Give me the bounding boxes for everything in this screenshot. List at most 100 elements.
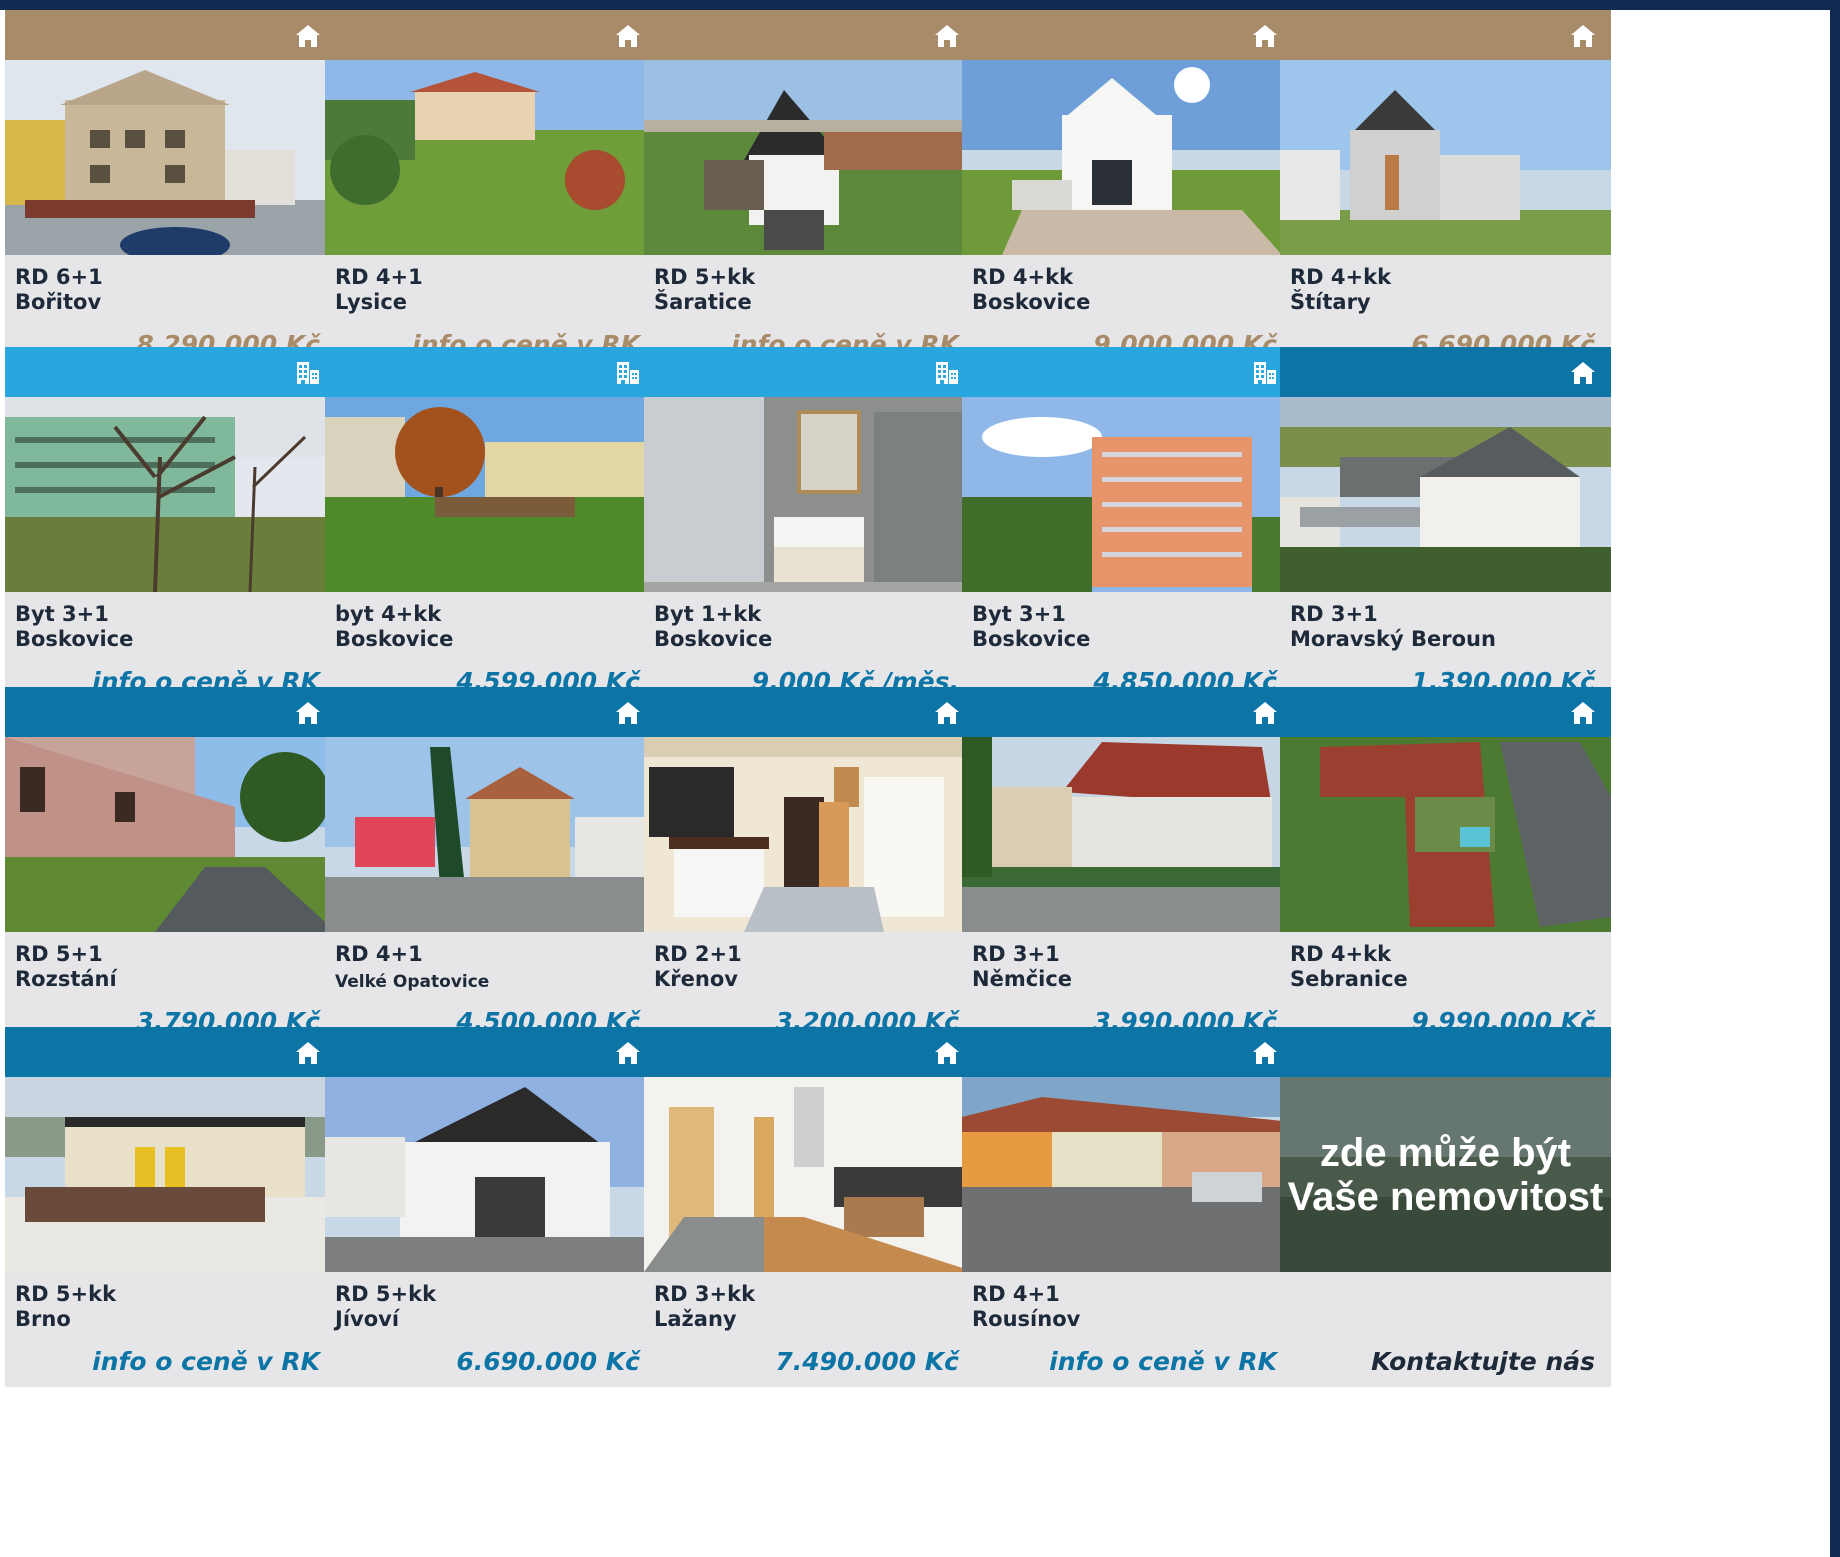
property-photo[interactable] xyxy=(5,60,336,255)
property-photo[interactable] xyxy=(325,1077,656,1272)
property-type: RD 4+kk xyxy=(1290,942,1392,966)
property-photo[interactable] xyxy=(325,397,656,592)
card-header xyxy=(5,347,336,397)
property-photo[interactable] xyxy=(962,397,1293,592)
property-location: Štítary xyxy=(1290,290,1371,314)
building-icon xyxy=(294,359,322,387)
card-header xyxy=(644,1027,975,1077)
house-icon xyxy=(933,699,961,727)
property-card[interactable]: RD 2+1 Křenov 3.200.000 Kč xyxy=(644,687,975,1047)
card-header xyxy=(644,347,975,397)
house-icon xyxy=(933,22,961,50)
property-card[interactable]: RD 6+1 Bořitov 8.290.000 Kč xyxy=(5,10,336,370)
building-icon xyxy=(933,359,961,387)
property-type: RD 4+kk xyxy=(972,265,1074,289)
property-type: RD 3+kk xyxy=(654,1282,756,1306)
property-photo[interactable] xyxy=(644,1077,975,1272)
house-icon xyxy=(294,699,322,727)
property-card[interactable]: Byt 3+1 Boskovice info o ceně v RK xyxy=(5,347,336,707)
building-icon xyxy=(1251,359,1279,387)
property-location: Bořitov xyxy=(15,290,102,314)
card-header xyxy=(644,687,975,737)
property-card[interactable]: RD 4+1 Rousínov info o ceně v RK xyxy=(962,1027,1293,1387)
property-photo[interactable] xyxy=(644,60,975,255)
card-header xyxy=(325,687,656,737)
right-border xyxy=(1830,0,1840,1557)
property-photo[interactable] xyxy=(962,60,1293,255)
card-header xyxy=(325,1027,656,1077)
house-icon xyxy=(1251,699,1279,727)
house-icon xyxy=(1251,1039,1279,1067)
property-card[interactable]: RD 4+kk Boskovice 9.000.000 Kč xyxy=(962,10,1293,370)
property-location: Brno xyxy=(15,1307,71,1331)
property-type: RD 4+1 xyxy=(335,942,423,966)
property-card[interactable]: Byt 1+kk Boskovice 9.000 Kč /měs. xyxy=(644,347,975,707)
property-type: RD 5+kk xyxy=(335,1282,437,1306)
contact-link[interactable]: Kontaktujte nás xyxy=(1371,1347,1595,1376)
property-card[interactable]: RD 4+kk Štítary 6.690.000 Kč xyxy=(1280,10,1611,370)
card-header xyxy=(1280,687,1611,737)
property-type: RD 2+1 xyxy=(654,942,742,966)
top-border xyxy=(0,0,1840,10)
property-type: RD 5+kk xyxy=(15,1282,117,1306)
property-location: Lažany xyxy=(654,1307,737,1331)
property-card[interactable]: RD 3+1 Moravský Beroun 1.390.000 Kč xyxy=(1280,347,1611,707)
property-photo[interactable] xyxy=(1280,397,1611,592)
card-header xyxy=(5,1027,336,1077)
property-photo[interactable] xyxy=(5,737,336,932)
property-photo[interactable] xyxy=(325,737,656,932)
property-price: info o ceně v RK xyxy=(92,1347,320,1376)
promo-text: zde může být Vaše nemovitost xyxy=(1287,1130,1604,1219)
card-header xyxy=(962,10,1293,60)
property-card[interactable]: RD 5+1 Rozstání 3.790.000 Kč xyxy=(5,687,336,1047)
property-photo[interactable] xyxy=(1280,737,1611,932)
card-header xyxy=(962,687,1293,737)
property-location: Jívoví xyxy=(335,1307,400,1331)
card-header xyxy=(325,347,656,397)
house-icon xyxy=(1569,22,1597,50)
property-location: Velké Opatovice xyxy=(335,972,490,992)
property-card[interactable]: RD 3+1 Němčice 3.990.000 Kč xyxy=(962,687,1293,1047)
card-header xyxy=(962,1027,1293,1077)
property-location: Boskovice xyxy=(654,627,773,651)
house-icon xyxy=(614,699,642,727)
property-photo[interactable] xyxy=(644,397,975,592)
house-icon xyxy=(1251,22,1279,50)
house-icon xyxy=(1569,359,1597,387)
property-card[interactable]: Byt 3+1 Boskovice 4.850.000 Kč xyxy=(962,347,1293,707)
property-card[interactable]: RD 5+kk Šaratice info o ceně v RK xyxy=(644,10,975,370)
property-type: Byt 3+1 xyxy=(972,602,1066,626)
property-photo[interactable] xyxy=(325,60,656,255)
property-type: RD 6+1 xyxy=(15,265,103,289)
property-card[interactable]: RD 3+kk Lažany 7.490.000 Kč xyxy=(644,1027,975,1387)
property-card[interactable]: RD 5+kk Jívoví 6.690.000 Kč xyxy=(325,1027,656,1387)
property-photo[interactable] xyxy=(962,1077,1293,1272)
property-card[interactable]: byt 4+kk Boskovice 4.599.000 Kč xyxy=(325,347,656,707)
property-location: Rousínov xyxy=(972,1307,1081,1331)
property-location: Sebranice xyxy=(1290,967,1408,991)
property-type: byt 4+kk xyxy=(335,602,442,626)
property-type: Byt 1+kk xyxy=(654,602,762,626)
property-type: RD 3+1 xyxy=(1290,602,1378,626)
house-icon xyxy=(294,1039,322,1067)
property-type: Byt 3+1 xyxy=(15,602,109,626)
property-card[interactable]: RD 5+kk Brno info o ceně v RK xyxy=(5,1027,336,1387)
property-photo[interactable] xyxy=(644,737,975,932)
property-photo[interactable] xyxy=(1280,60,1611,255)
card-header xyxy=(5,10,336,60)
property-card[interactable]: RD 4+1 Lysice info o ceně v RK xyxy=(325,10,656,370)
property-location: Křenov xyxy=(654,967,738,991)
house-icon xyxy=(933,1039,961,1067)
property-photo[interactable] xyxy=(5,397,336,592)
property-price: 7.490.000 Kč xyxy=(775,1347,959,1376)
property-card[interactable]: zde může být Vaše nemovitost Kontaktujte … xyxy=(1280,1027,1611,1387)
property-card[interactable]: RD 4+1 Velké Opatovice 4.500.000 Kč xyxy=(325,687,656,1047)
property-type: RD 4+kk xyxy=(1290,265,1392,289)
property-photo[interactable] xyxy=(962,737,1293,932)
house-icon xyxy=(614,22,642,50)
property-card[interactable]: RD 4+kk Sebranice 9.990.000 Kč xyxy=(1280,687,1611,1047)
card-header xyxy=(1280,347,1611,397)
property-photo[interactable] xyxy=(5,1077,336,1272)
building-icon xyxy=(614,359,642,387)
card-header xyxy=(325,10,656,60)
